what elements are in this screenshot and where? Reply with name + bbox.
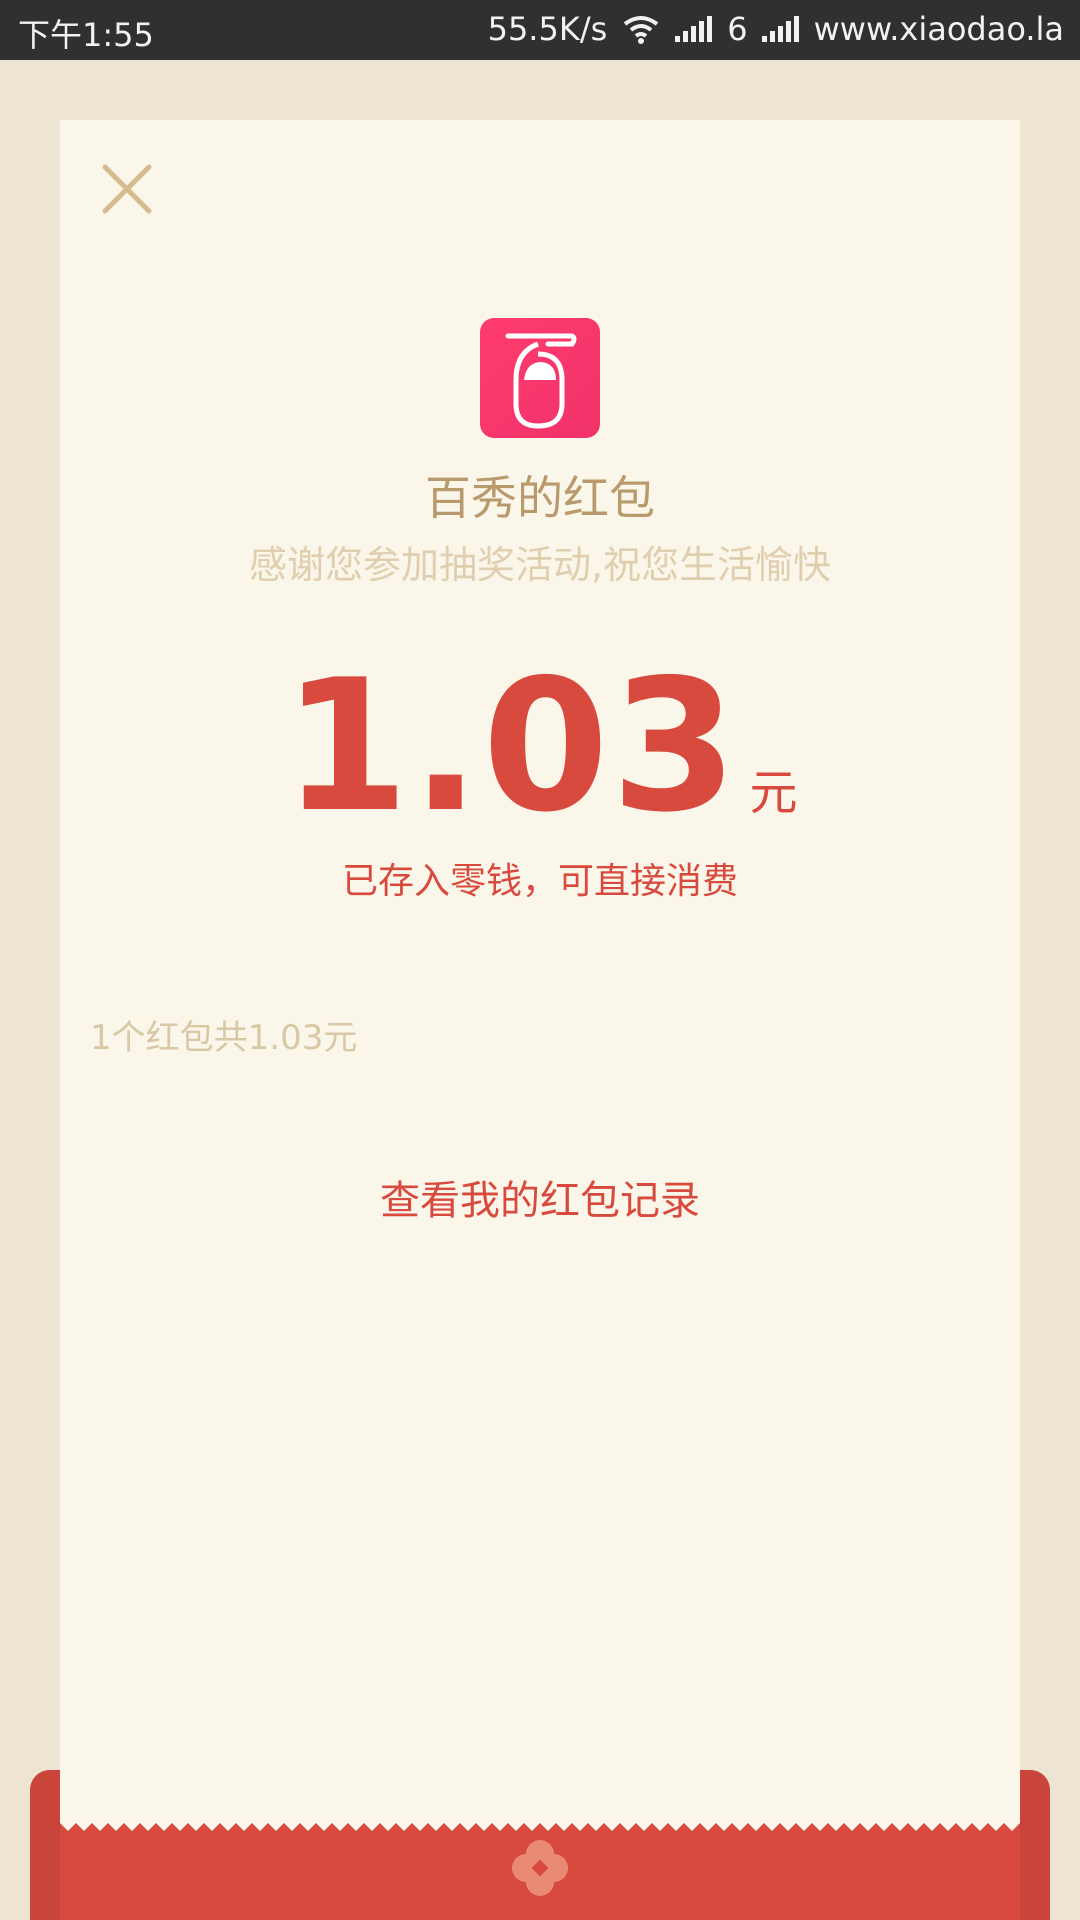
sim-label: 6 [727,10,748,48]
status-bar: 下午1:55 55.5K/s 6 www.xiaodao.la [0,0,1080,60]
view-records-link[interactable]: 查看我的红包记录 [0,1168,1080,1226]
wifi-icon [621,14,661,44]
deposit-note: 已存入零钱，可直接消费 [341,861,738,902]
packet-title: 百秀的红包 [425,471,655,525]
packet-subtitle: 感谢您参加抽奖活动,祝您生活愉快 [248,543,832,587]
close-icon[interactable] [100,162,154,216]
envelope-edge-left [30,1770,60,1920]
amount-display: 1.03 元 [0,655,1080,837]
amount-value: 1.03 [282,640,740,852]
network-speed: 55.5K/s [487,10,608,48]
packet-summary: 1个红包共1.03元 [90,1018,358,1058]
signal-icon [761,16,800,42]
site-label: www.xiaodao.la [813,10,1064,48]
status-time: 下午1:55 [18,16,154,54]
amount-unit: 元 [749,765,798,821]
status-right-group: 55.5K/s 6 www.xiaodao.la [488,10,1064,48]
signal-icon [675,16,713,42]
card-zigzag-edge [60,1815,1020,1831]
envelope-edge-right [1020,1770,1050,1920]
app-logo [480,318,600,438]
flower-icon [505,1838,575,1898]
